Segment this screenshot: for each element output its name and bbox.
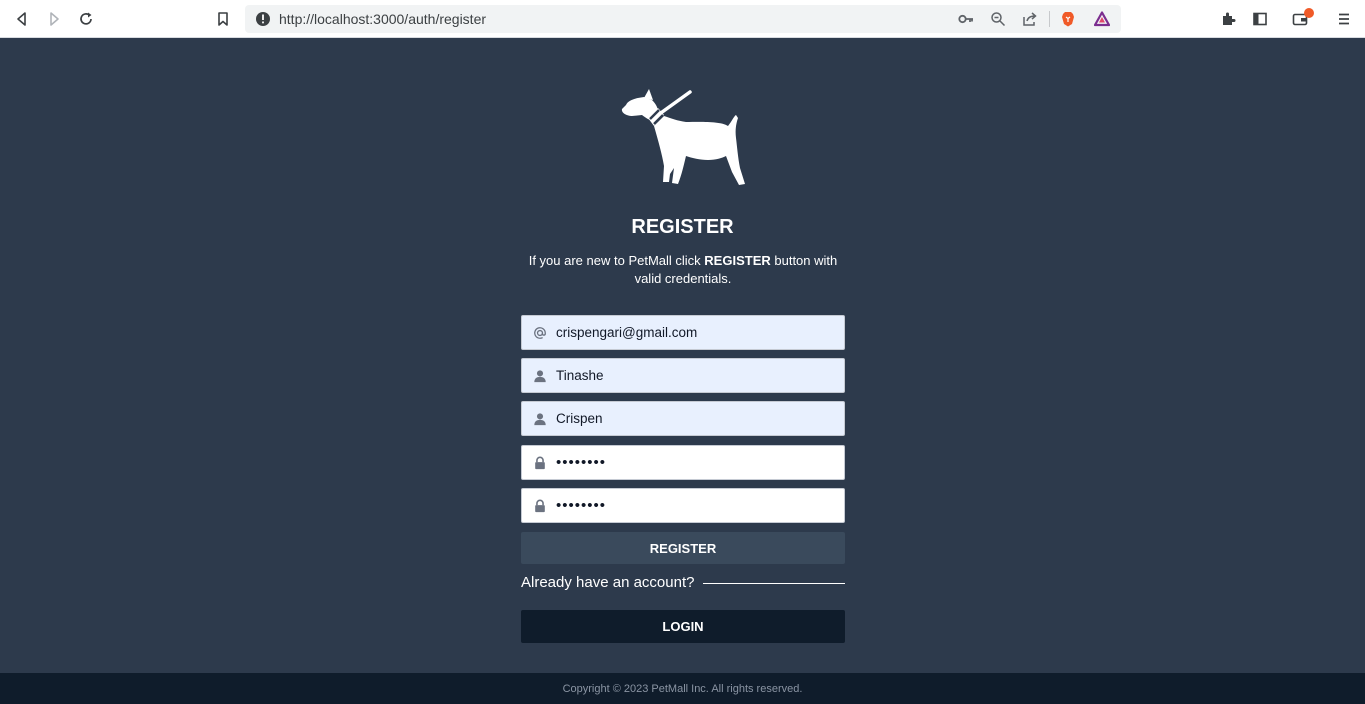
back-icon[interactable] <box>11 8 33 30</box>
bookmark-icon[interactable] <box>212 8 234 30</box>
share-icon[interactable] <box>1022 11 1038 27</box>
confirm-password-field <box>521 488 845 523</box>
user-icon <box>532 368 548 384</box>
login-button[interactable]: LOGIN <box>521 610 845 643</box>
confirm-password-input[interactable] <box>556 489 836 522</box>
password-input[interactable] <box>556 446 836 479</box>
forward-icon[interactable] <box>43 8 65 30</box>
copyright-text: Copyright © 2023 PetMall Inc. All rights… <box>562 683 803 695</box>
first-name-input[interactable] <box>556 359 836 392</box>
subtitle-bold-text: REGISTER <box>704 253 771 268</box>
email-input[interactable] <box>556 316 836 349</box>
lock-icon <box>532 498 548 514</box>
last-name-field <box>521 401 845 436</box>
already-have-account-text: Already have an account? <box>521 574 695 591</box>
footer: Copyright © 2023 PetMall Inc. All rights… <box>0 673 1365 704</box>
sidebar-icon[interactable] <box>1249 8 1271 30</box>
page-subtitle: If you are new to PetMall click REGISTER… <box>525 252 841 288</box>
brave-rewards-icon[interactable] <box>1093 11 1111 27</box>
first-name-field <box>521 358 845 393</box>
info-icon[interactable] <box>255 11 271 27</box>
dog-logo-icon <box>620 88 748 188</box>
reload-icon[interactable] <box>75 8 97 30</box>
at-icon <box>532 325 548 341</box>
extensions-icon[interactable] <box>1217 8 1239 30</box>
lock-icon <box>532 455 548 471</box>
last-name-input[interactable] <box>556 402 836 435</box>
url-text[interactable]: http://localhost:3000/auth/register <box>279 11 486 27</box>
page-title: REGISTER <box>631 216 734 238</box>
brave-shield-icon[interactable] <box>1060 11 1076 27</box>
subtitle-text: If you are new to PetMall click <box>528 253 705 268</box>
menu-icon[interactable] <box>1333 8 1355 30</box>
wallet-notification-badge <box>1304 8 1314 18</box>
omnibox-separator <box>1049 11 1050 27</box>
password-field <box>521 445 845 480</box>
user-icon <box>532 411 548 427</box>
address-bar[interactable]: http://localhost:3000/auth/register <box>245 5 1121 33</box>
key-icon[interactable] <box>958 11 974 27</box>
zoom-icon[interactable] <box>990 11 1006 27</box>
browser-toolbar: http://localhost:3000/auth/register <box>0 0 1365 38</box>
register-button[interactable]: REGISTER <box>521 532 845 564</box>
email-field <box>521 315 845 350</box>
divider-line <box>703 583 845 584</box>
